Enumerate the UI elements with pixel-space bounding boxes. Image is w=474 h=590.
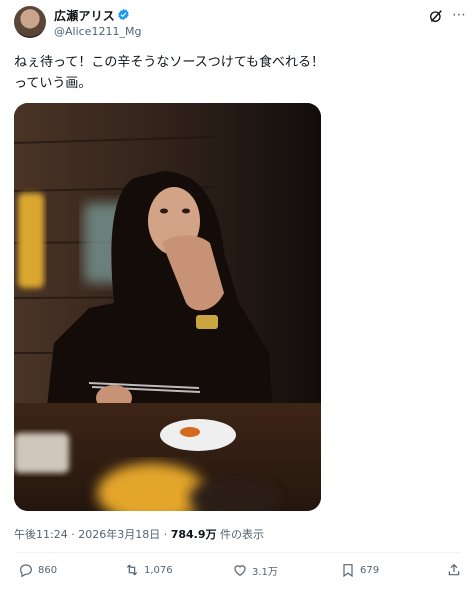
photo-image — [14, 103, 321, 511]
reply-icon — [20, 564, 32, 578]
post-text: ねぇ待って！この辛そうなソースつけても食べれる！ っていう画。 — [14, 52, 454, 94]
like-count: 3.1万 — [252, 566, 278, 578]
action-bar: 860 1,076 3.1万 679 — [0, 562, 474, 586]
like-button[interactable]: 3.1万 — [232, 562, 278, 578]
avatar[interactable] — [14, 6, 46, 38]
divider — [14, 552, 460, 553]
repost-icon — [126, 564, 138, 576]
reply-count: 860 — [38, 564, 58, 576]
repost-button[interactable]: 1,076 — [124, 562, 173, 578]
share-icon — [448, 563, 460, 576]
post-timestamp[interactable]: 午後11:24 · 2026年3月18日 · 784.9万 件の表示 — [14, 526, 264, 542]
separator-dot: · — [163, 528, 168, 541]
post-photo[interactable] — [14, 103, 321, 511]
author-handle[interactable]: @Alice1211_Mg — [54, 25, 141, 38]
reply-button[interactable]: 860 — [18, 562, 57, 578]
more-icon[interactable]: ⋯ — [452, 8, 466, 22]
view-label: 件の表示 — [220, 528, 264, 541]
grok-icon[interactable] — [428, 8, 444, 24]
author-name[interactable]: 広瀬アリス — [54, 7, 115, 24]
repost-count: 1,076 — [144, 564, 173, 576]
view-count: 784.9万 — [170, 528, 217, 541]
post-date: 2026年3月18日 — [78, 528, 161, 541]
post-text-line-2: っていう画。 — [14, 76, 92, 91]
share-button[interactable] — [446, 562, 462, 578]
separator-dot: · — [71, 528, 75, 541]
verified-badge-icon — [118, 8, 129, 21]
post-text-line-1: ねぇ待って！この辛そうなソースつけても食べれる！ — [14, 55, 325, 70]
like-icon — [234, 565, 246, 577]
bookmark-count: 679 — [360, 564, 380, 576]
post-card: 広瀬アリス @Alice1211_Mg ⋯ ねぇ待って！この辛そうなソースつけて… — [0, 0, 474, 590]
bookmark-button[interactable]: 679 — [340, 562, 379, 578]
bookmark-icon — [343, 564, 353, 578]
post-time: 午後11:24 — [14, 528, 68, 541]
